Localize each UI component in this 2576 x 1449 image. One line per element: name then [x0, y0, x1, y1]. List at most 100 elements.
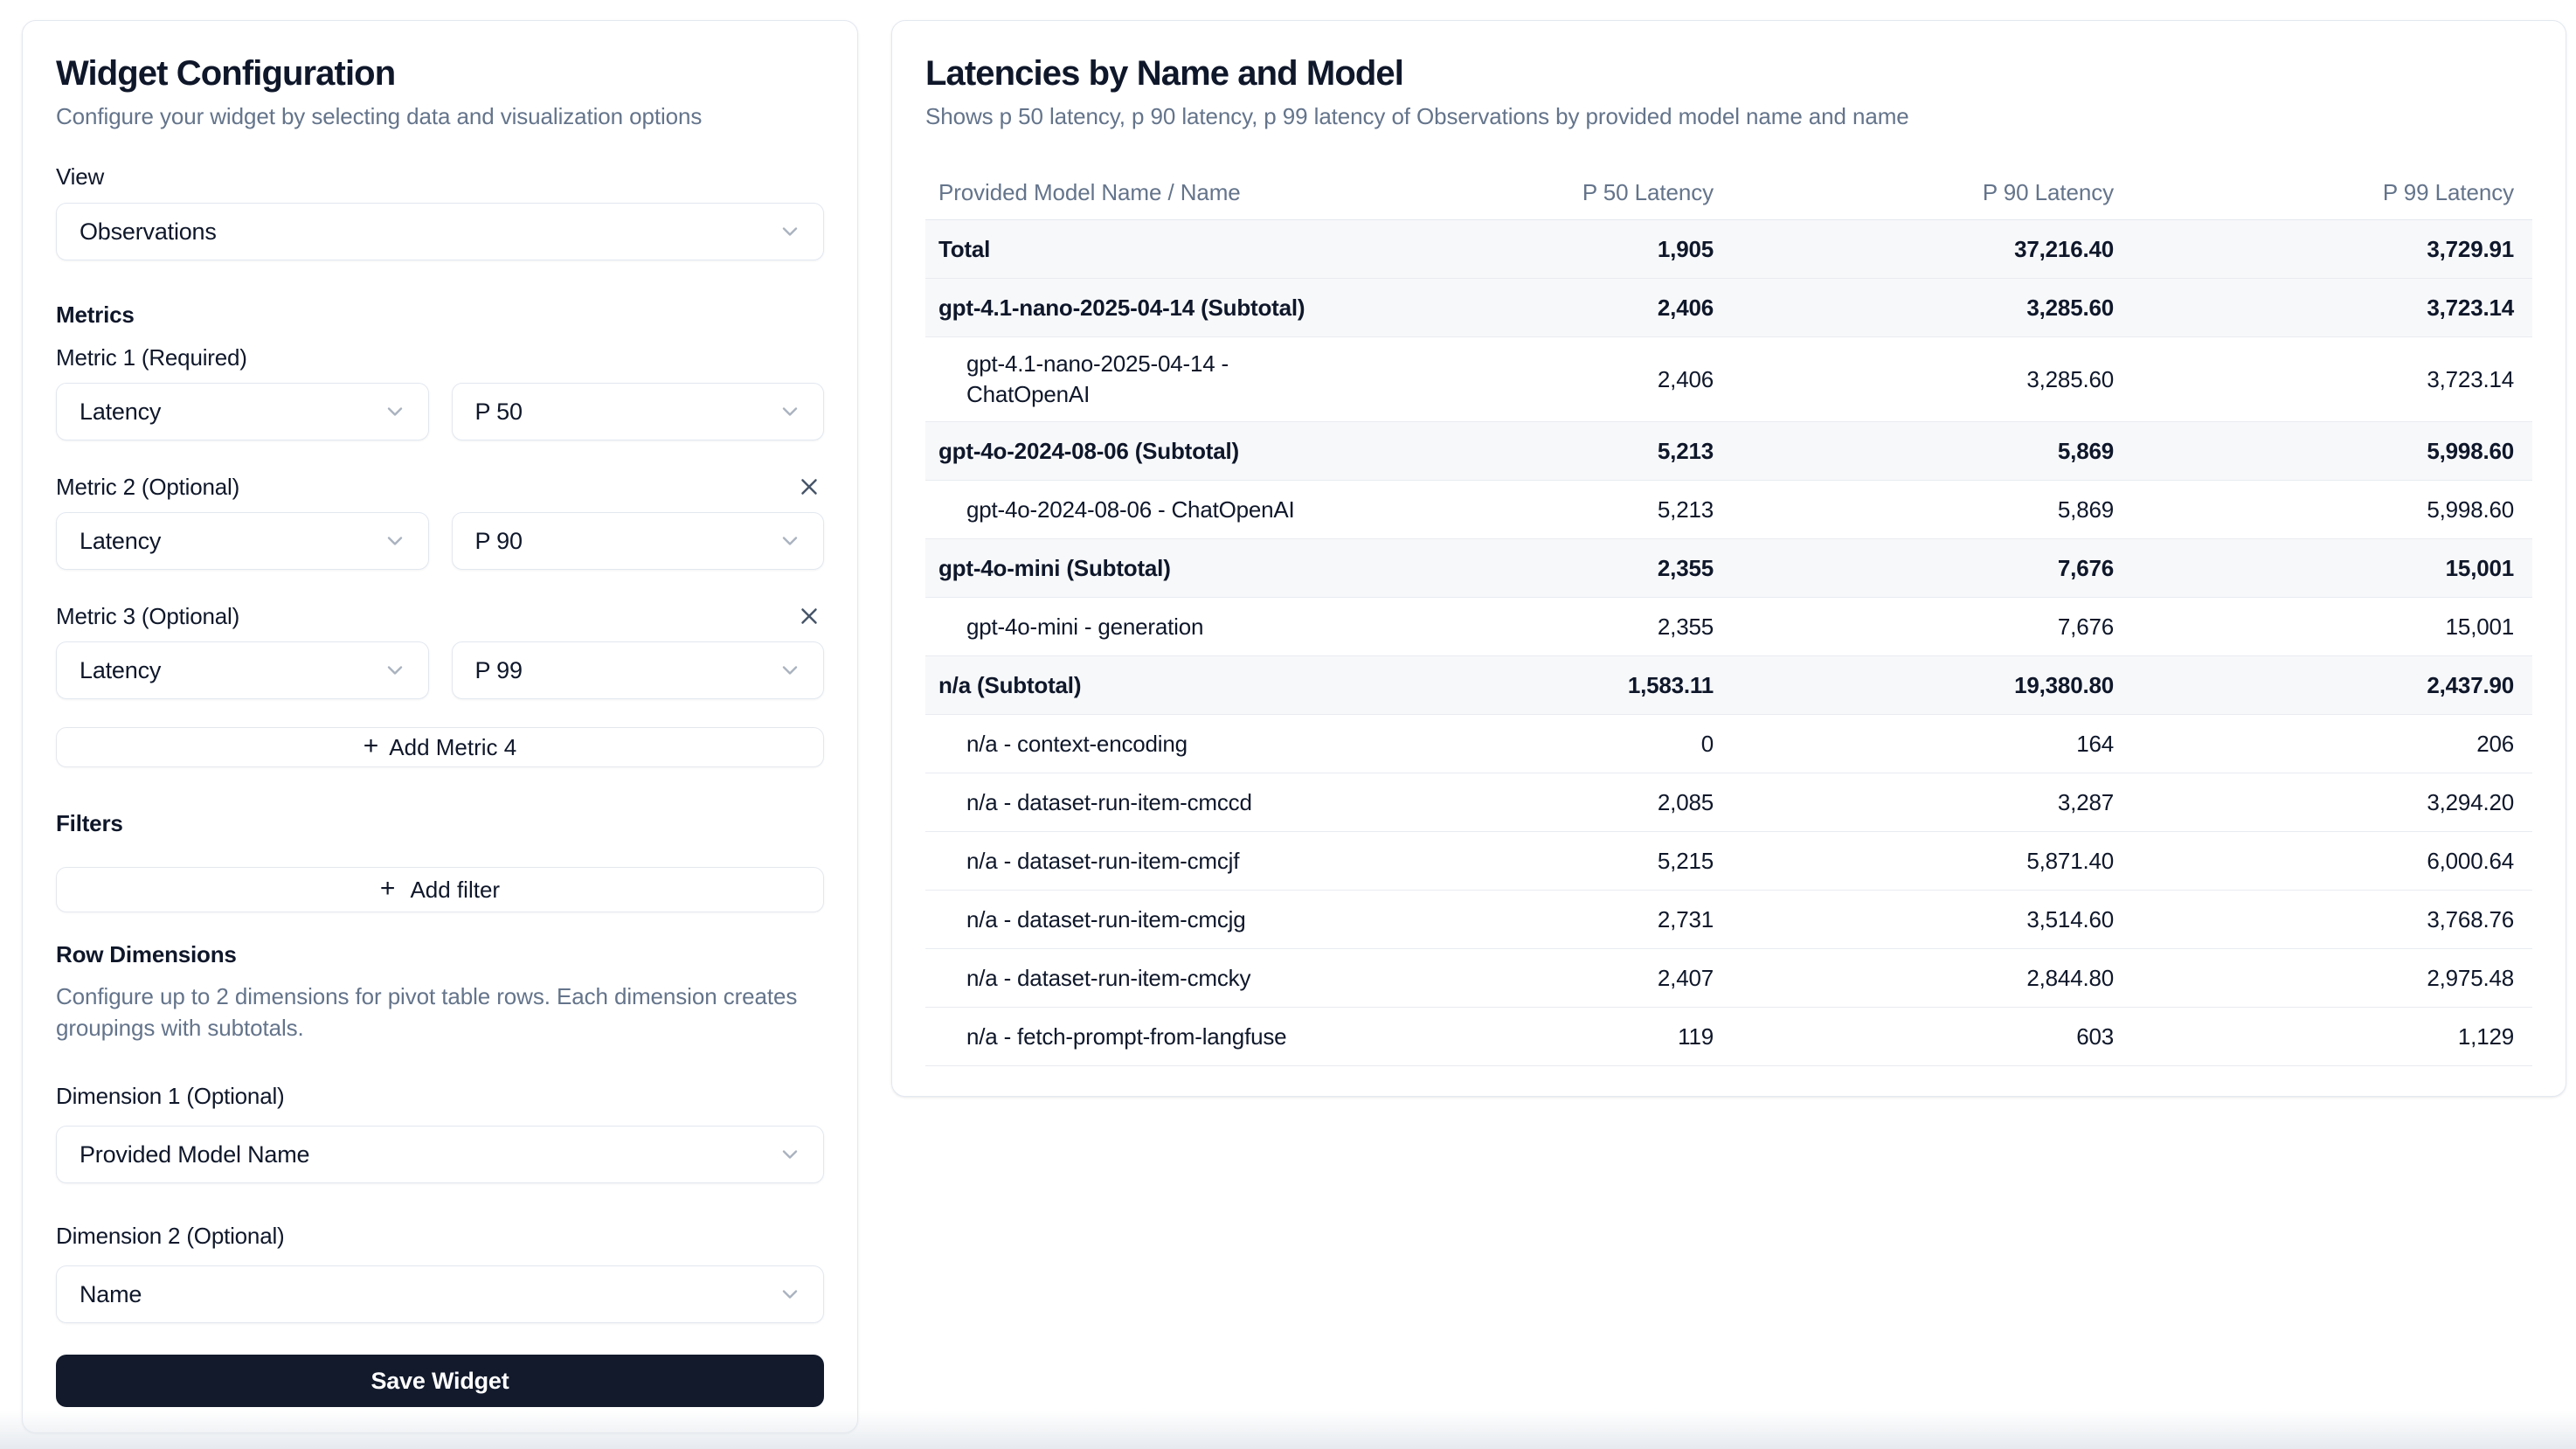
chevron-down-icon [778, 1282, 802, 1307]
config-subtitle: Configure your widget by selecting data … [56, 101, 824, 131]
remove-metric-button[interactable] [794, 472, 824, 502]
metric-measure-select[interactable]: Latency [56, 512, 429, 570]
cell-p99: 3,729.91 [2132, 236, 2532, 263]
chevron-down-icon [778, 1142, 802, 1167]
cell-p50: 0 [1332, 731, 1732, 758]
pivot-table: Provided Model Name / NameP 50 LatencyP … [925, 166, 2532, 1066]
close-icon [796, 603, 822, 629]
table-row: n/a - context-encoding 0 164 206 [925, 715, 2532, 773]
cell-p90: 5,871.40 [1732, 848, 2132, 875]
cell-p50: 5,215 [1332, 848, 1732, 875]
cell-p99: 1,129 [2132, 1023, 2532, 1050]
add-metric-button[interactable]: + Add Metric 4 [56, 727, 824, 767]
metric-block: Metric 3 (Optional) Latency P 99 [56, 601, 824, 699]
dimension-1-select[interactable]: Provided Model Name [56, 1126, 824, 1183]
pivot-table-body: Total 1,905 37,216.40 3,729.91 gpt-4.1-n… [925, 220, 2532, 1066]
dimension-1-value: Provided Model Name [80, 1141, 309, 1168]
cell-p90: 37,216.40 [1732, 236, 2132, 263]
cell-p50: 1,583.11 [1332, 672, 1732, 699]
remove-metric-button[interactable] [794, 601, 824, 631]
cell-p50: 2,085 [1332, 789, 1732, 816]
cell-p50: 2,406 [1332, 295, 1732, 322]
dimension-2-value: Name [80, 1281, 142, 1308]
dimension-1-label: Dimension 1 (Optional) [56, 1082, 824, 1110]
chevron-down-icon [383, 399, 407, 424]
dimension-2-select[interactable]: Name [56, 1265, 824, 1323]
cell-p90: 164 [1732, 731, 2132, 758]
cell-p99: 5,998.60 [2132, 496, 2532, 523]
cell-p90: 2,844.80 [1732, 965, 2132, 992]
cell-p99: 3,723.14 [2132, 295, 2532, 322]
cell-p50: 2,355 [1332, 614, 1732, 641]
column-header: P 50 Latency [1332, 179, 1732, 206]
cell-p90: 603 [1732, 1023, 2132, 1050]
cell-p90: 3,285.60 [1732, 295, 2132, 322]
row-label: gpt-4o-mini (Subtotal) [925, 542, 1332, 595]
widget-preview-card: Latencies by Name and Model Shows p 50 l… [891, 20, 2566, 1097]
cell-p50: 2,731 [1332, 906, 1732, 933]
metric-block: Metric 1 (Required) Latency P 50 [56, 343, 824, 440]
cell-p50: 1,905 [1332, 236, 1732, 263]
metric-aggregation-select[interactable]: P 90 [452, 512, 825, 570]
cell-p99: 3,768.76 [2132, 906, 2532, 933]
metric-measure-value: Latency [80, 528, 161, 555]
table-row: Total 1,905 37,216.40 3,729.91 [925, 220, 2532, 279]
table-row: gpt-4o-mini - generation 2,355 7,676 15,… [925, 598, 2532, 656]
row-label: n/a - dataset-run-item-cmcjg [925, 893, 1332, 946]
table-row: gpt-4.1-nano-2025-04-14 - ChatOpenAI 2,4… [925, 337, 2532, 422]
cell-p99: 15,001 [2132, 555, 2532, 582]
metric-aggregation-select[interactable]: P 50 [452, 383, 825, 440]
metric-measure-select[interactable]: Latency [56, 641, 429, 699]
metric-aggregation-value: P 50 [475, 399, 523, 426]
page-bottom-fade [0, 1411, 2576, 1449]
metric-measure-select[interactable]: Latency [56, 383, 429, 440]
table-row: n/a (Subtotal) 1,583.11 19,380.80 2,437.… [925, 656, 2532, 715]
row-label: Total [925, 223, 1332, 276]
cell-p50: 119 [1332, 1023, 1732, 1050]
cell-p50: 2,406 [1332, 366, 1732, 393]
metric-aggregation-select[interactable]: P 99 [452, 641, 825, 699]
config-title: Widget Configuration [56, 52, 824, 94]
cell-p90: 5,869 [1732, 438, 2132, 465]
metric-block: Metric 2 (Optional) Latency P 90 [56, 472, 824, 570]
cell-p90: 7,676 [1732, 614, 2132, 641]
preview-subtitle: Shows p 50 latency, p 90 latency, p 99 l… [925, 101, 2532, 131]
view-label: View [56, 163, 824, 191]
metric-measure-value: Latency [80, 657, 161, 684]
metrics-list: Metric 1 (Required) Latency P 50 Metric … [56, 343, 824, 699]
cell-p90: 3,514.60 [1732, 906, 2132, 933]
plus-icon: + [364, 733, 379, 759]
metric-aggregation-value: P 90 [475, 528, 523, 555]
row-label: gpt-4.1-nano-2025-04-14 - ChatOpenAI [925, 337, 1332, 421]
view-select[interactable]: Observations [56, 203, 824, 260]
metric-label: Metric 1 (Required) [56, 343, 247, 371]
metric-label: Metric 2 (Optional) [56, 473, 239, 501]
cell-p90: 19,380.80 [1732, 672, 2132, 699]
table-row: n/a - dataset-run-item-cmcjg 2,731 3,514… [925, 891, 2532, 949]
row-label: n/a - dataset-run-item-cmcky [925, 952, 1332, 1005]
table-row: gpt-4o-2024-08-06 - ChatOpenAI 5,213 5,8… [925, 481, 2532, 539]
table-row: gpt-4o-mini (Subtotal) 2,355 7,676 15,00… [925, 539, 2532, 598]
row-dimensions-section-label: Row Dimensions [56, 940, 824, 968]
chevron-down-icon [778, 399, 802, 424]
plus-icon: + [380, 876, 396, 902]
row-label: n/a (Subtotal) [925, 659, 1332, 712]
row-label: gpt-4.1-nano-2025-04-14 (Subtotal) [925, 281, 1332, 335]
row-label: n/a - dataset-run-item-cmccd [925, 776, 1332, 829]
add-filter-button[interactable]: + Add filter [56, 867, 824, 912]
column-header: P 90 Latency [1732, 179, 2132, 206]
table-row: gpt-4.1-nano-2025-04-14 (Subtotal) 2,406… [925, 279, 2532, 337]
cell-p50: 5,213 [1332, 438, 1732, 465]
cell-p90: 7,676 [1732, 555, 2132, 582]
row-label: n/a - context-encoding [925, 718, 1332, 771]
cell-p99: 206 [2132, 731, 2532, 758]
cell-p99: 2,437.90 [2132, 672, 2532, 699]
widget-builder-page: Widget Configuration Configure your widg… [0, 0, 2576, 1449]
column-header: P 99 Latency [2132, 179, 2532, 206]
table-row: n/a - dataset-run-item-cmcjf 5,215 5,871… [925, 832, 2532, 891]
metrics-section-label: Metrics [56, 301, 824, 329]
metric-measure-value: Latency [80, 399, 161, 426]
chevron-down-icon [778, 658, 802, 683]
cell-p99: 5,998.60 [2132, 438, 2532, 465]
save-widget-button[interactable]: Save Widget [56, 1355, 824, 1407]
